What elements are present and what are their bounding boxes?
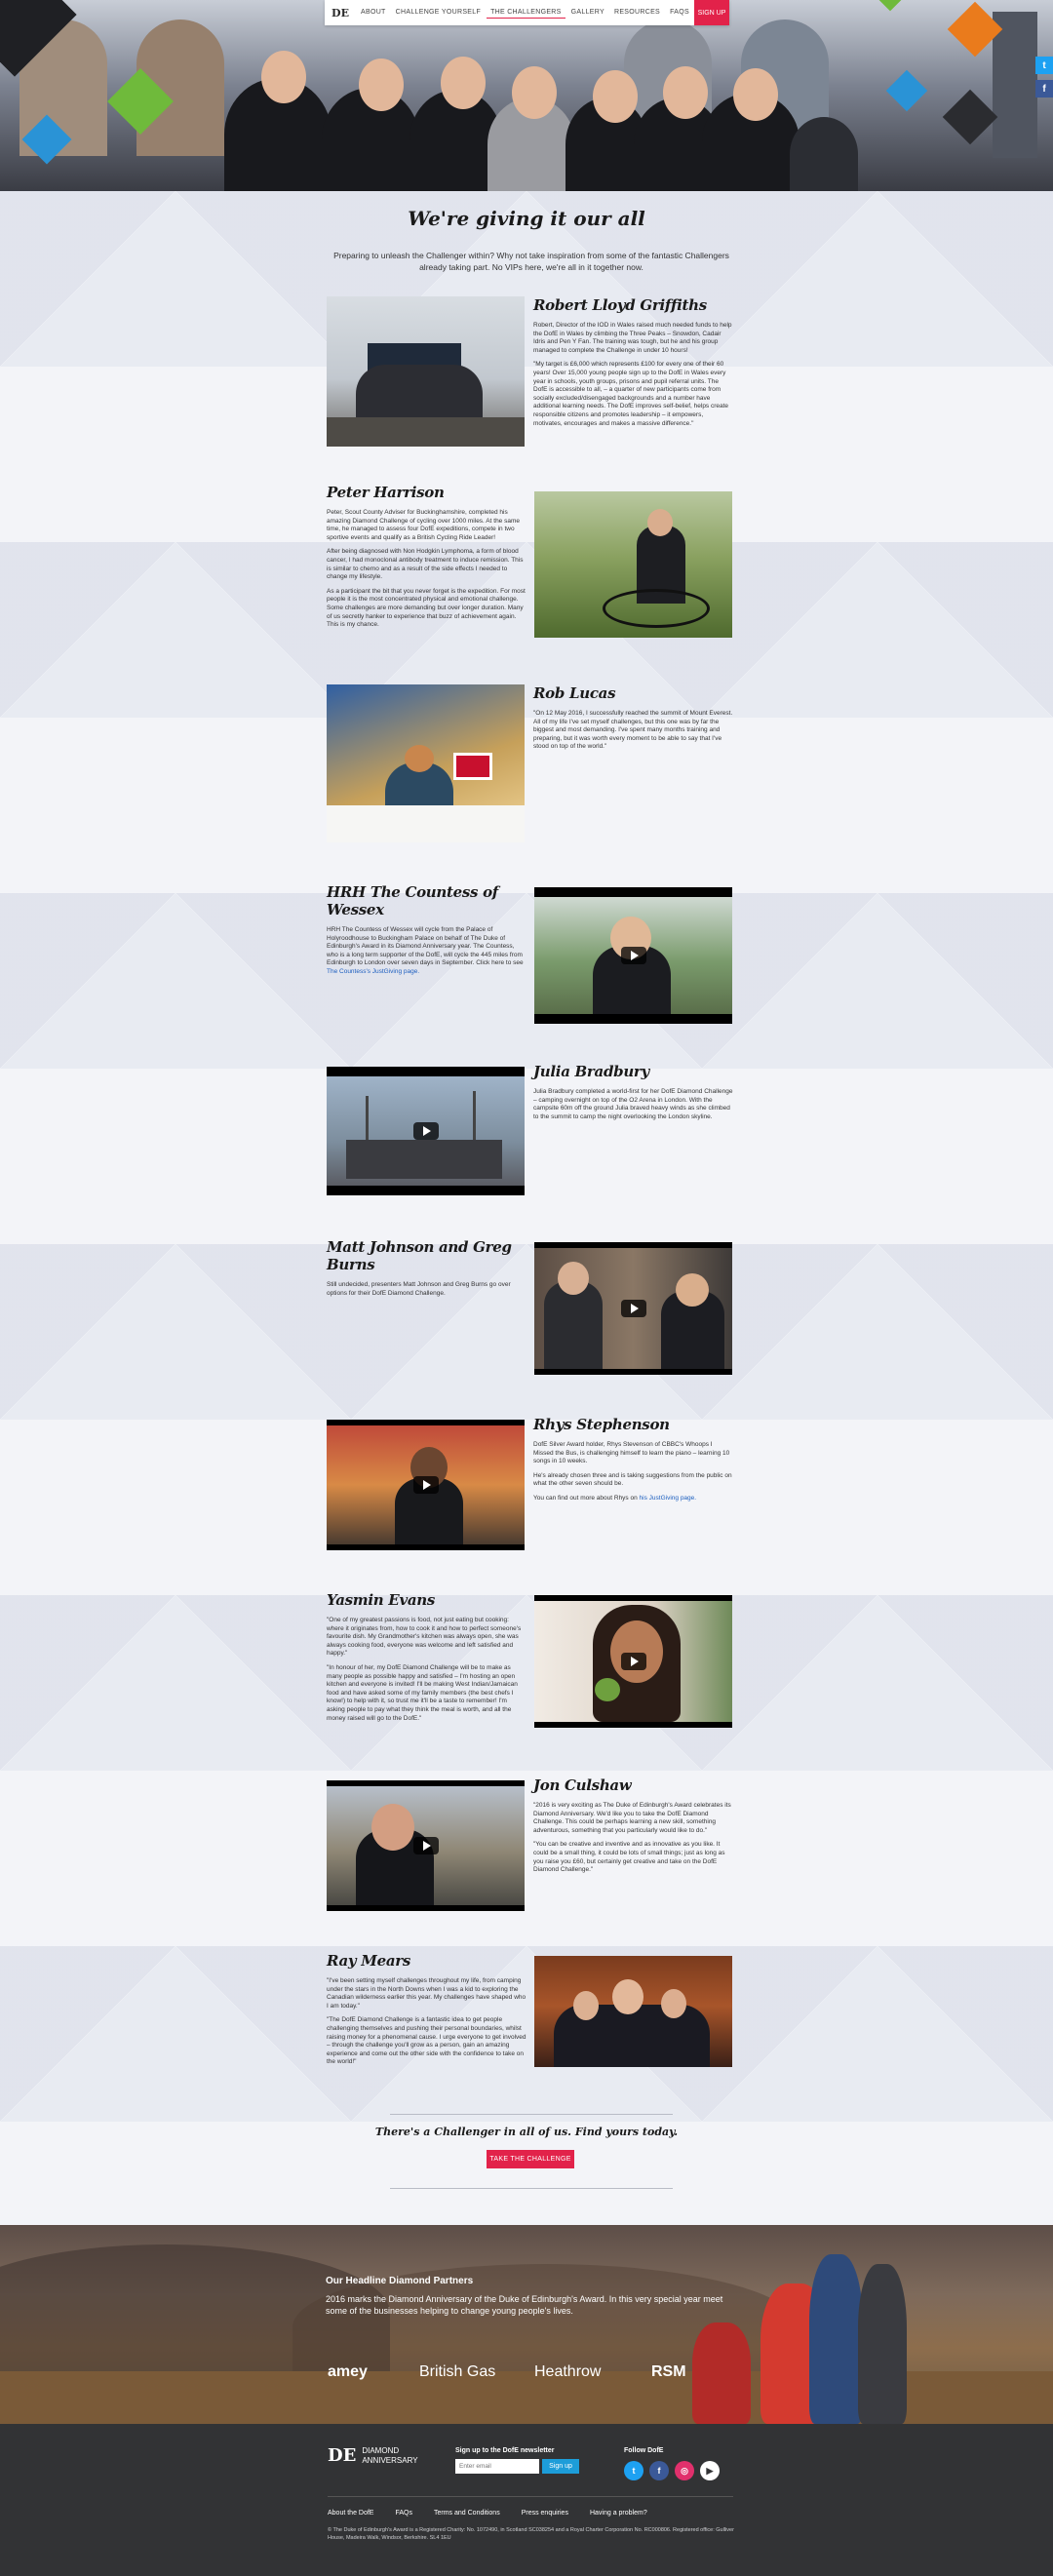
profile-name: Ray Mears bbox=[327, 1952, 410, 1970]
profile-jon-culshaw: Jon Culshaw "2016 is very exciting as Th… bbox=[327, 1776, 734, 1913]
profile-name: Rhys Stephenson bbox=[533, 1416, 670, 1433]
divider bbox=[390, 2114, 673, 2115]
profile-paragraph: Peter, Scout County Adviser for Buckingh… bbox=[327, 509, 520, 541]
profile-name: HRH The Countess of Wessex bbox=[327, 883, 498, 918]
profile-yasmin-evans: Yasmin Evans "One of my greatest passion… bbox=[327, 1591, 734, 1747]
play-icon[interactable] bbox=[620, 1653, 646, 1670]
partners-subtitle: 2016 marks the Diamond Anniversary of th… bbox=[326, 2294, 723, 2316]
profile-paragraph: You can find out more about Rhys on bbox=[533, 1494, 638, 1502]
profile-rob-lucas: Rob Lucas "On 12 May 2016, I successfull… bbox=[327, 684, 734, 842]
profile-name: Peter Harrison bbox=[327, 484, 445, 501]
profile-paragraph: Julia Bradbury completed a world-first f… bbox=[533, 1088, 733, 1120]
signup-button[interactable]: SIGN UP bbox=[694, 0, 729, 25]
profile-paragraph: "The DofE Diamond Challenge is a fantast… bbox=[327, 2016, 526, 2066]
facebook-icon[interactable]: f bbox=[649, 2461, 669, 2480]
profile-photo bbox=[534, 491, 732, 638]
instagram-icon[interactable]: ◎ bbox=[675, 2461, 694, 2480]
profile-name: Julia Bradbury bbox=[533, 1063, 649, 1080]
youtube-icon[interactable]: ▶ bbox=[700, 2461, 720, 2480]
nav-about[interactable]: ABOUT bbox=[357, 7, 390, 19]
profile-paragraph: Still undecided, presenters Matt Johnson… bbox=[327, 1281, 511, 1297]
newsletter-label: Sign up to the DofE newsletter bbox=[455, 2447, 555, 2454]
profile-name: Jon Culshaw bbox=[533, 1776, 632, 1794]
twitter-icon[interactable]: t bbox=[1035, 57, 1053, 74]
footer-link-problem[interactable]: Having a problem? bbox=[590, 2510, 647, 2517]
profile-video[interactable] bbox=[327, 1780, 525, 1911]
partner-logo-amey[interactable]: amey bbox=[328, 2363, 368, 2381]
profile-paragraph: "One of my greatest passions is food, no… bbox=[327, 1617, 522, 1658]
hero-banner bbox=[0, 0, 1053, 191]
nav-challenge-yourself[interactable]: CHALLENGE YOURSELF bbox=[392, 7, 485, 19]
profile-paragraph: "I've been setting myself challenges thr… bbox=[327, 1977, 526, 2010]
profile-photo bbox=[327, 684, 525, 842]
profile-countess-of-wessex: HRH The Countess of Wessex HRH The Count… bbox=[327, 883, 734, 1030]
play-icon[interactable] bbox=[620, 947, 646, 964]
newsletter-signup-button[interactable]: Sign up bbox=[542, 2459, 579, 2474]
profile-paragraph: "You can be creative and inventive and a… bbox=[533, 1841, 725, 1874]
follow-label: Follow DofE bbox=[624, 2447, 664, 2454]
profile-paragraph: As a participant the bit that you never … bbox=[327, 587, 526, 629]
page-title: We're giving it our all bbox=[408, 207, 645, 230]
profile-matt-johnson-greg-burns: Matt Johnson and Greg Burns Still undeci… bbox=[327, 1238, 734, 1375]
footer-divider bbox=[328, 2496, 733, 2497]
partner-logo-british-gas[interactable]: British Gas bbox=[419, 2363, 495, 2381]
footer-logo[interactable]: DE DIAMOND ANNIVERSARY bbox=[328, 2445, 418, 2466]
play-icon[interactable] bbox=[620, 1300, 646, 1317]
profile-name: Robert Lloyd Griffiths bbox=[533, 296, 707, 314]
profile-name: Yasmin Evans bbox=[327, 1591, 436, 1609]
play-icon[interactable] bbox=[412, 1837, 439, 1854]
profile-paragraph: He's already chosen three and is taking … bbox=[533, 1471, 732, 1488]
profile-photo bbox=[534, 1956, 732, 2067]
divider bbox=[390, 2188, 673, 2189]
profile-paragraph: "On 12 May 2016, I successfully reached … bbox=[533, 710, 733, 751]
footer-link-about[interactable]: About the DofE bbox=[328, 2510, 373, 2517]
partner-logo-rsm[interactable]: RSM bbox=[651, 2363, 686, 2381]
profile-paragraph: DofE Silver Award holder, Rhys Stevenson… bbox=[533, 1441, 730, 1465]
profile-video[interactable] bbox=[534, 1242, 732, 1375]
partners-section: Our Headline Diamond Partners 2016 marks… bbox=[0, 2225, 1053, 2424]
profile-paragraph: "In honour of her, my DofE Diamond Chall… bbox=[327, 1663, 518, 1722]
profile-ray-mears: Ray Mears "I've been setting myself chal… bbox=[327, 1952, 734, 2079]
profile-name: Rob Lucas bbox=[533, 684, 616, 702]
footer-link-faqs[interactable]: FAQs bbox=[395, 2510, 412, 2517]
nav-faqs[interactable]: FAQS bbox=[666, 7, 693, 19]
justgiving-link[interactable]: his JustGiving page. bbox=[640, 1495, 697, 1502]
profile-paragraph: HRH The Countess of Wessex will cycle fr… bbox=[327, 926, 524, 967]
profile-video[interactable] bbox=[327, 1420, 525, 1550]
footer-link-press[interactable]: Press enquiries bbox=[522, 2510, 568, 2517]
profile-peter-harrison: Peter Harrison Peter, Scout County Advis… bbox=[327, 484, 734, 640]
partners-title: Our Headline Diamond Partners bbox=[326, 2276, 474, 2286]
profile-paragraph: "2016 is very exciting as The Duke of Ed… bbox=[533, 1802, 731, 1834]
main-nav: DE ABOUT CHALLENGE YOURSELF THE CHALLENG… bbox=[325, 0, 729, 25]
profile-name: Matt Johnson and Greg Burns bbox=[327, 1238, 512, 1273]
justgiving-link[interactable]: The Countess's JustGiving page. bbox=[327, 968, 419, 975]
site-footer: DE DIAMOND ANNIVERSARY Sign up to the Dof… bbox=[0, 2424, 1053, 2576]
dofe-logo[interactable]: DE bbox=[325, 0, 356, 25]
cta-text: There's a Challenger in all of us. Find … bbox=[374, 2126, 679, 2138]
twitter-icon[interactable]: t bbox=[624, 2461, 644, 2480]
play-icon[interactable] bbox=[412, 1476, 439, 1494]
partner-logo-heathrow[interactable]: Heathrow bbox=[534, 2363, 601, 2381]
nav-the-challengers[interactable]: THE CHALLENGERS bbox=[487, 7, 566, 19]
intro-text: Preparing to unleash the Challenger with… bbox=[333, 251, 729, 272]
profile-video[interactable] bbox=[534, 1595, 732, 1728]
newsletter-email-input[interactable] bbox=[455, 2459, 539, 2474]
profile-paragraph: "My target is £6,000 which represents £1… bbox=[533, 361, 729, 427]
nav-gallery[interactable]: GALLERY bbox=[567, 7, 608, 19]
profile-photo bbox=[327, 296, 525, 447]
footer-link-terms[interactable]: Terms and Conditions bbox=[434, 2510, 500, 2517]
facebook-icon[interactable]: f bbox=[1035, 80, 1053, 98]
profile-robert-lloyd-griffiths: Robert Lloyd Griffiths Robert, Director … bbox=[327, 296, 734, 452]
play-icon[interactable] bbox=[412, 1122, 439, 1140]
footer-legal: © The Duke of Edinburgh's Award is a Reg… bbox=[328, 2527, 734, 2541]
profile-video[interactable] bbox=[534, 887, 732, 1024]
profile-rhys-stephenson: Rhys Stephenson DofE Silver Award holder… bbox=[327, 1416, 734, 1552]
take-the-challenge-button[interactable]: TAKE THE CHALLENGE bbox=[487, 2150, 574, 2168]
nav-resources[interactable]: RESOURCES bbox=[610, 7, 664, 19]
profile-julia-bradbury: Julia Bradbury Julia Bradbury completed … bbox=[327, 1063, 734, 1199]
profile-video[interactable] bbox=[327, 1067, 525, 1195]
profile-paragraph: Robert, Director of the IOD in Wales rai… bbox=[533, 322, 732, 354]
profile-paragraph: After being diagnosed with Non Hodgkin L… bbox=[327, 548, 524, 581]
